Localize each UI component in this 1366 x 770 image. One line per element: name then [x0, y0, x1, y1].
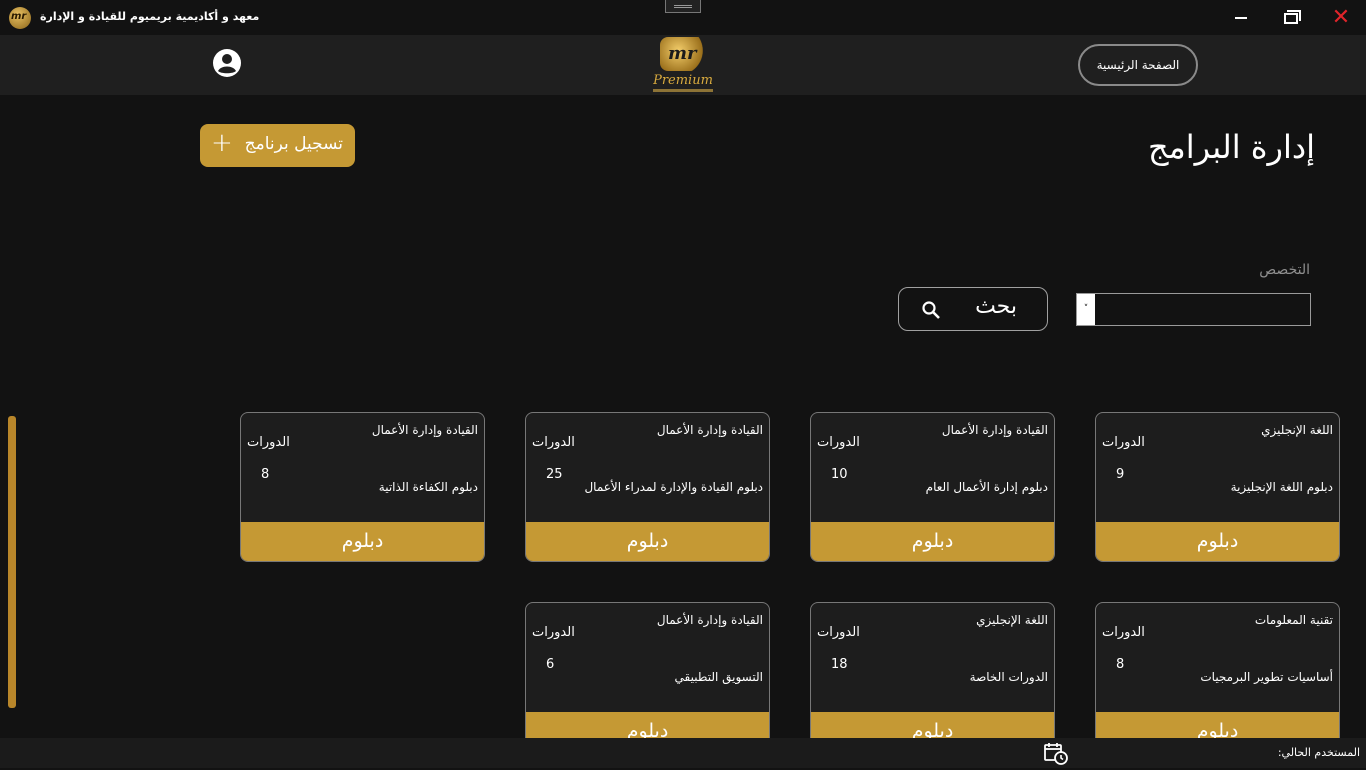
card-program-name: دبلوم اللغة الإنجليزية [1230, 480, 1333, 494]
card-specialty: اللغة الإنجليزي [976, 613, 1048, 627]
search-icon [921, 300, 941, 320]
card-specialty: القيادة وإدارة الأعمال [656, 423, 763, 437]
card-course-count: 8 [1116, 657, 1125, 672]
app-logo-icon: mr [9, 7, 31, 29]
card-courses-label: الدورات [817, 435, 860, 450]
title-bar: mr معهد و أكاديمية بريميوم للقيادة و الإ… [0, 0, 1366, 35]
drag-handle[interactable] [665, 0, 701, 13]
card-specialty: القيادة وإدارة الأعمال [941, 423, 1048, 437]
card-type-button[interactable]: دبلوم [241, 522, 484, 561]
card-program-name: الدورات الخاصة [969, 670, 1048, 684]
card-courses-label: الدورات [817, 625, 860, 640]
home-button[interactable]: الصفحة الرئيسية [1078, 44, 1198, 86]
program-grid: اللغة الإنجليزي الدورات 9 دبلوم اللغة ال… [0, 412, 1366, 738]
brand-logo: mr Premium [650, 35, 716, 95]
card-courses-label: الدورات [532, 625, 575, 640]
card-courses-label: الدورات [1102, 625, 1145, 640]
close-button[interactable]: ✕ [1327, 4, 1355, 32]
search-button[interactable]: بحث [898, 287, 1048, 331]
card-program-name: دبلوم الكفاءة الذاتية [378, 480, 478, 494]
specialty-label: التخصص [1259, 262, 1310, 278]
program-card[interactable]: تقنية المعلومات الدورات 8 أساسيات تطوير … [1095, 602, 1340, 738]
card-course-count: 10 [831, 467, 848, 482]
card-courses-label: الدورات [247, 435, 290, 450]
close-icon: ✕ [1331, 5, 1351, 30]
minimize-button[interactable] [1227, 4, 1255, 32]
program-card[interactable]: القيادة وإدارة الأعمال الدورات 25 دبلوم … [525, 412, 770, 562]
program-card[interactable]: القيادة وإدارة الأعمال الدورات 6 التسويق… [525, 602, 770, 738]
brand-mark-text: mr [668, 43, 697, 64]
brand-word: Premium [653, 73, 713, 88]
window-title: معهد و أكاديمية بريميوم للقيادة و الإدار… [40, 10, 260, 23]
maximize-button[interactable] [1277, 4, 1305, 32]
card-specialty: تقنية المعلومات [1254, 613, 1333, 627]
card-course-count: 6 [546, 657, 555, 672]
program-card[interactable]: اللغة الإنجليزي الدورات 9 دبلوم اللغة ال… [1095, 412, 1340, 562]
card-type-button[interactable]: دبلوم [811, 522, 1054, 561]
card-program-name: أساسيات تطوير البرمجيات [1200, 670, 1333, 684]
app-logo-text: mr [11, 11, 27, 22]
brand-tagline-bar [653, 89, 713, 92]
card-specialty: القيادة وإدارة الأعمال [656, 613, 763, 627]
program-card[interactable]: القيادة وإدارة الأعمال الدورات 10 دبلوم … [810, 412, 1055, 562]
card-course-count: 8 [261, 467, 270, 482]
card-program-name: التسويق التطبيقي [674, 670, 763, 684]
card-course-count: 9 [1116, 467, 1125, 482]
maximize-icon [1284, 13, 1298, 24]
chevron-down-icon: ˅ [1077, 294, 1095, 325]
card-courses-label: الدورات [1102, 435, 1145, 450]
specialty-select[interactable]: ˅ [1076, 293, 1311, 326]
card-program-name: دبلوم إدارة الأعمال العام [925, 480, 1048, 494]
navbar: mr Premium الصفحة الرئيسية [0, 35, 1366, 95]
register-program-label: تسجيل برنامج [244, 134, 343, 154]
card-specialty: القيادة وإدارة الأعمال [371, 423, 478, 437]
card-course-count: 25 [546, 467, 563, 482]
card-courses-label: الدورات [532, 435, 575, 450]
card-type-button[interactable]: دبلوم [526, 522, 769, 561]
card-type-button[interactable]: دبلوم [526, 712, 769, 738]
current-user-label: المستخدم الحالي: [1277, 746, 1360, 759]
program-card[interactable]: اللغة الإنجليزي الدورات 18 الدورات الخاص… [810, 602, 1055, 738]
card-type-button[interactable]: دبلوم [811, 712, 1054, 738]
plus-icon: + [211, 128, 233, 158]
card-course-count: 18 [831, 657, 848, 672]
register-program-button[interactable]: تسجيل برنامج + [200, 124, 355, 167]
card-program-name: دبلوم القيادة والإدارة لمدراء الأعمال [584, 480, 763, 494]
calendar-clock-icon[interactable] [1043, 742, 1069, 766]
search-label: بحث [975, 294, 1017, 319]
page-title: إدارة البرامج [1147, 128, 1315, 166]
card-specialty: اللغة الإنجليزي [1261, 423, 1333, 437]
card-type-button[interactable]: دبلوم [1096, 712, 1339, 738]
card-type-button[interactable]: دبلوم [1096, 522, 1339, 561]
brand-mark-icon: mr [660, 37, 706, 71]
status-bar: المستخدم الحالي: [0, 738, 1366, 768]
account-circle-icon[interactable] [212, 48, 242, 78]
minimize-icon [1235, 17, 1247, 19]
program-card[interactable]: القيادة وإدارة الأعمال الدورات 8 دبلوم ا… [240, 412, 485, 562]
